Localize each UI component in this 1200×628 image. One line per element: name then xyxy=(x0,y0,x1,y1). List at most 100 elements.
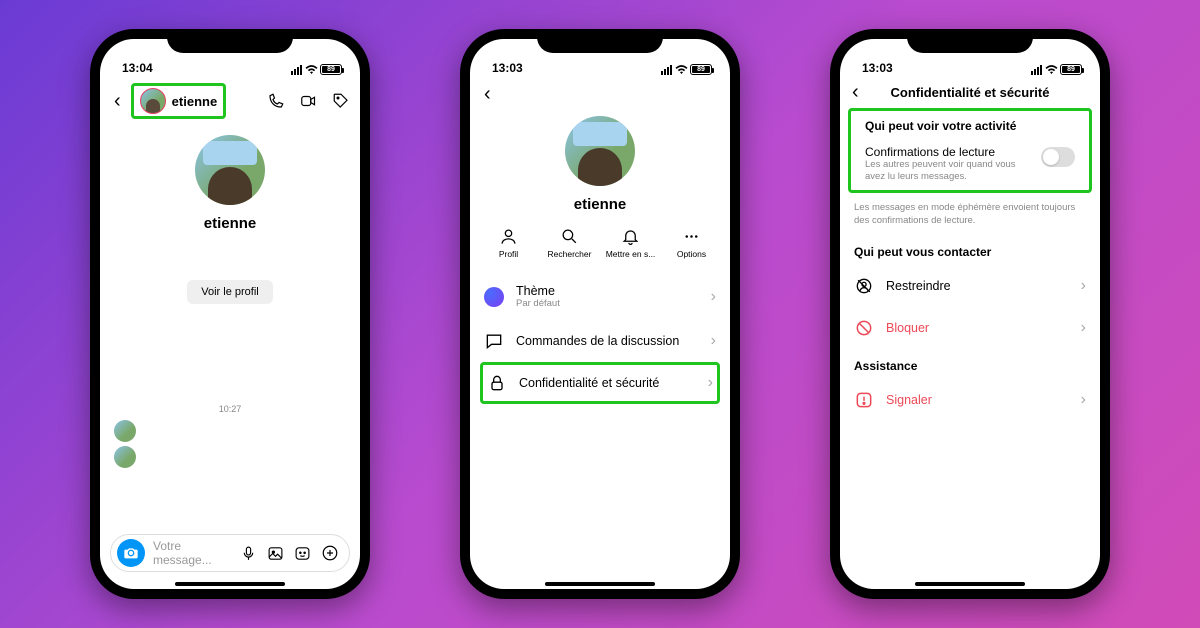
lock-icon xyxy=(487,373,507,393)
action-label: Mettre en s... xyxy=(603,249,659,259)
home-indicator xyxy=(545,582,655,586)
settings-header: ‹ xyxy=(470,77,730,112)
row-title: Signaler xyxy=(886,393,932,407)
section-activity: Qui peut voir votre activité xyxy=(851,115,1089,139)
profile-section: etienne Profil Rechercher Mettre en s...… xyxy=(470,112,730,269)
chat-body: etienne Voir le profil 10:27 xyxy=(100,125,360,526)
row-title: Bloquer xyxy=(886,321,929,335)
tag-icon[interactable] xyxy=(332,92,350,110)
restrict-icon xyxy=(854,276,874,296)
chevron-right-icon: › xyxy=(711,288,716,306)
bell-icon xyxy=(621,227,640,246)
highlight-activity: Qui peut voir votre activité Confirmatio… xyxy=(848,108,1092,193)
battery-icon: 89 xyxy=(690,64,712,75)
status-time: 13:03 xyxy=(492,61,523,75)
section-assistance: Assistance xyxy=(840,349,1100,379)
chat-header: ‹ etienne xyxy=(100,77,360,125)
action-label: Rechercher xyxy=(542,249,598,259)
back-button[interactable]: ‹ xyxy=(480,83,495,106)
row-block[interactable]: Bloquer › xyxy=(840,307,1100,349)
cellular-icon xyxy=(661,65,672,75)
section-contact: Qui peut vous contacter xyxy=(840,235,1100,265)
block-icon xyxy=(854,318,874,338)
home-indicator xyxy=(175,582,285,586)
screen-privacy: 13:03 89 ‹ Confidentialité et sécurité Q… xyxy=(840,39,1100,589)
row-theme[interactable]: Thème Par défaut › xyxy=(470,273,730,320)
avatar-large[interactable] xyxy=(195,135,265,205)
composer-icons xyxy=(240,544,343,562)
privacy-header: ‹ Confidentialité et sécurité xyxy=(840,77,1100,108)
phone-mockup-2: 13:03 89 ‹ etienne Profil Rechercher xyxy=(460,29,740,599)
message-input[interactable]: Votre message... xyxy=(153,539,232,567)
phone-mockup-3: 13:03 89 ‹ Confidentialité et sécurité Q… xyxy=(830,29,1110,599)
action-search[interactable]: Rechercher xyxy=(542,227,598,259)
action-label: Profil xyxy=(481,249,537,259)
back-button[interactable]: ‹ xyxy=(110,90,125,113)
action-label: Options xyxy=(664,249,720,259)
highlight-username[interactable]: etienne xyxy=(131,83,227,119)
avatar-small xyxy=(140,88,166,114)
screen-settings: 13:03 89 ‹ etienne Profil Rechercher xyxy=(470,39,730,589)
notch xyxy=(907,29,1033,53)
chat-username: etienne xyxy=(172,94,218,109)
page-title: Confidentialité et sécurité xyxy=(891,85,1050,100)
cellular-icon xyxy=(291,65,302,75)
row-restrict[interactable]: Restreindre › xyxy=(840,265,1100,307)
screen-chat: 13:04 89 ‹ etienne etienne Voir le profi… xyxy=(100,39,360,589)
chevron-right-icon: › xyxy=(708,374,713,392)
back-button[interactable]: ‹ xyxy=(848,81,863,104)
status-icons: 89 xyxy=(661,64,712,75)
message-timestamp: 10:27 xyxy=(219,404,242,414)
report-icon xyxy=(854,390,874,410)
cellular-icon xyxy=(1031,65,1042,75)
profile-name: etienne xyxy=(204,215,257,232)
wifi-icon xyxy=(305,65,317,74)
avatar-large[interactable] xyxy=(565,116,635,186)
person-icon xyxy=(499,227,518,246)
row-title: Thème xyxy=(516,284,560,298)
action-options[interactable]: Options xyxy=(664,227,720,259)
chevron-right-icon: › xyxy=(711,332,716,350)
row-commands[interactable]: Commandes de la discussion › xyxy=(470,320,730,362)
chevron-right-icon: › xyxy=(1081,391,1086,409)
message-avatars xyxy=(114,420,136,468)
plus-icon[interactable] xyxy=(321,544,339,562)
action-profile[interactable]: Profil xyxy=(481,227,537,259)
wifi-icon xyxy=(1045,65,1057,74)
chevron-right-icon: › xyxy=(1081,277,1086,295)
call-icon[interactable] xyxy=(267,92,285,110)
row-title: Restreindre xyxy=(886,279,951,293)
row-report[interactable]: Signaler › xyxy=(840,379,1100,421)
theme-icon xyxy=(484,287,504,307)
chevron-right-icon: › xyxy=(1081,319,1086,337)
status-icons: 89 xyxy=(291,64,342,75)
settings-list: Thème Par défaut › Commandes de la discu… xyxy=(470,269,730,408)
battery-icon: 89 xyxy=(320,64,342,75)
action-mute[interactable]: Mettre en s... xyxy=(603,227,659,259)
image-icon[interactable] xyxy=(267,545,284,562)
ephemeral-note: Les messages en mode éphémère envoient t… xyxy=(840,193,1100,236)
camera-button[interactable] xyxy=(117,539,145,567)
message-avatar[interactable] xyxy=(114,446,136,468)
row-privacy-highlighted[interactable]: Confidentialité et sécurité › xyxy=(480,362,720,404)
row-title: Commandes de la discussion xyxy=(516,334,679,348)
view-profile-button[interactable]: Voir le profil xyxy=(187,280,272,304)
status-time: 13:04 xyxy=(122,61,153,75)
sticker-icon[interactable] xyxy=(294,545,311,562)
chat-icon xyxy=(484,331,504,351)
search-icon xyxy=(560,227,579,246)
battery-icon: 89 xyxy=(1060,64,1082,75)
mic-icon[interactable] xyxy=(240,545,257,562)
message-avatar[interactable] xyxy=(114,420,136,442)
notch xyxy=(167,29,293,53)
more-icon xyxy=(682,227,701,246)
profile-name: etienne xyxy=(574,196,627,213)
video-icon[interactable] xyxy=(299,92,318,110)
message-composer: Votre message... xyxy=(110,534,350,572)
notch xyxy=(537,29,663,53)
action-row: Profil Rechercher Mettre en s... Options xyxy=(470,213,730,269)
header-action-icons xyxy=(267,92,350,110)
toggle-read-receipts[interactable] xyxy=(1041,147,1075,167)
row-read-receipts[interactable]: Confirmations de lecture Les autres peuv… xyxy=(851,139,1089,186)
wifi-icon xyxy=(675,65,687,74)
